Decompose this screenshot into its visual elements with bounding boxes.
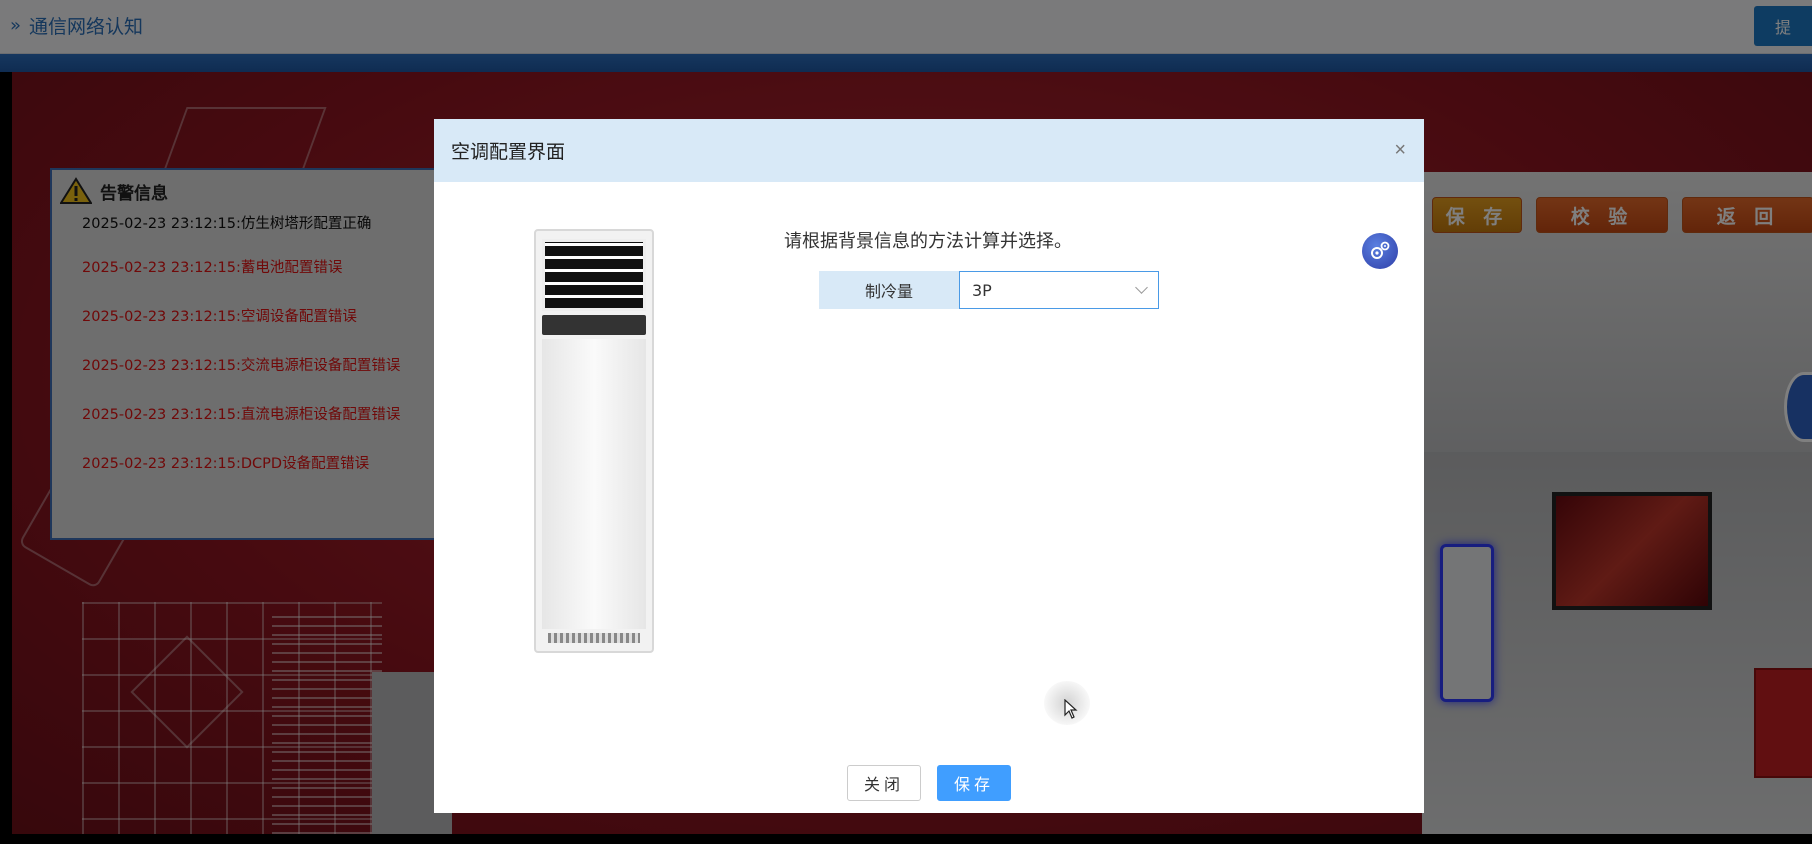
air-conditioner-image (534, 229, 654, 653)
close-icon[interactable]: × (1394, 139, 1406, 162)
select-value: 3P (972, 280, 992, 300)
close-button[interactable]: 关闭 (847, 765, 921, 801)
cooling-capacity-select[interactable]: 3P (959, 271, 1159, 309)
dialog-title: 空调配置界面 (451, 141, 566, 163)
settings-glyph (1371, 241, 1390, 259)
dialog-footer: 关闭 保存 (434, 765, 1424, 801)
ac-vent (548, 633, 640, 643)
ac-config-dialog: 空调配置界面 × 请根据背景信息的方法计算并选择。 制冷量 3P 关闭 保存 (434, 119, 1424, 813)
ac-body (542, 339, 646, 629)
dialog-header: 空调配置界面 × (434, 119, 1424, 182)
chevron-down-icon (1135, 281, 1148, 294)
gear-icon[interactable] (1362, 233, 1398, 269)
instruction-text: 请根据背景信息的方法计算并选择。 (784, 231, 1072, 252)
ac-display-panel (542, 315, 646, 335)
save-button[interactable]: 保存 (937, 765, 1011, 801)
mouse-pointer-icon (1064, 699, 1078, 719)
ac-grille (542, 239, 646, 311)
cooling-capacity-row: 制冷量 3P (819, 271, 1159, 309)
cooling-capacity-label: 制冷量 (819, 271, 959, 309)
